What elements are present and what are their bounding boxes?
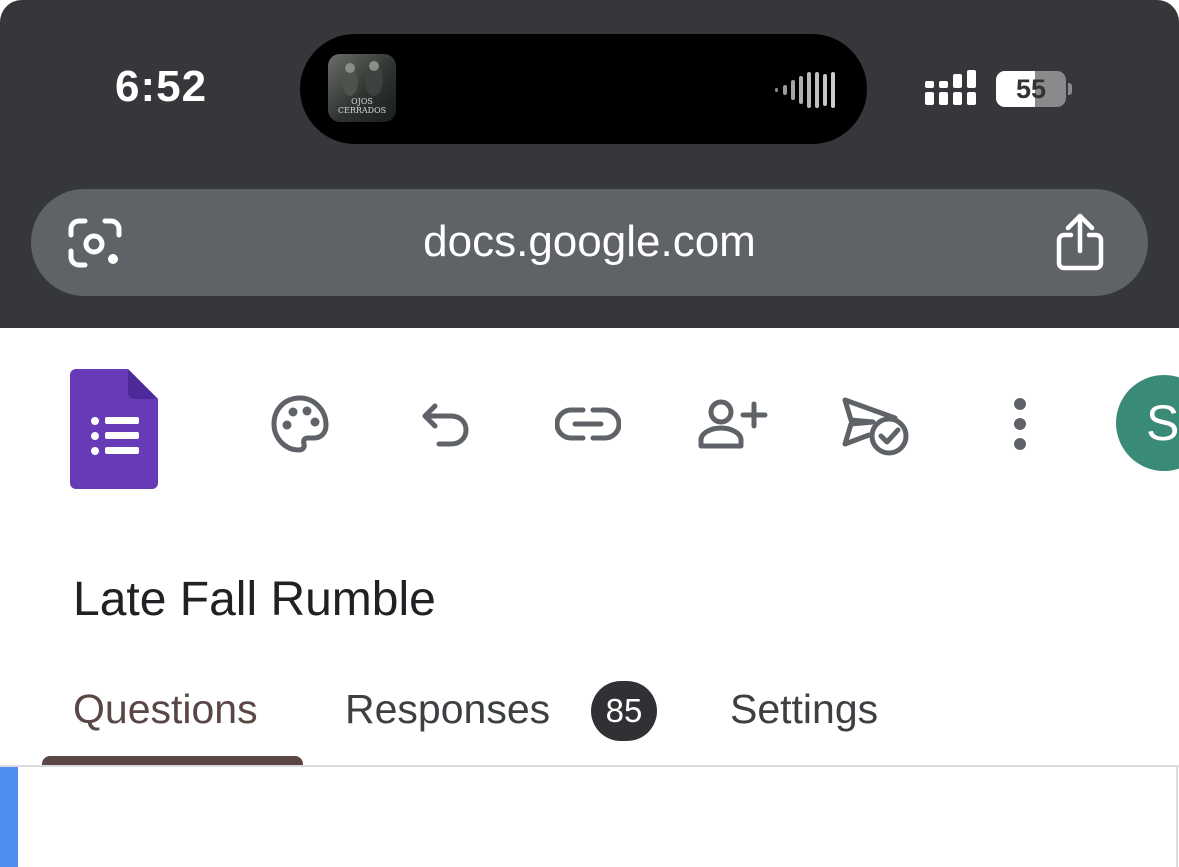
address-bar[interactable]: docs.google.com	[31, 189, 1148, 296]
cellular-signal-icon	[925, 70, 976, 105]
dynamic-island[interactable]: OJOS CERRADOS	[300, 34, 867, 144]
url-text[interactable]: docs.google.com	[31, 217, 1148, 267]
more-vert-icon	[1014, 398, 1026, 450]
battery-cap	[1068, 83, 1072, 95]
form-header-card[interactable]	[0, 767, 1178, 867]
undo-button[interactable]	[410, 388, 480, 460]
tab-settings[interactable]: Settings	[730, 686, 878, 733]
battery-indicator: 55	[996, 71, 1066, 107]
undo-icon	[422, 403, 469, 447]
google-forms-logo[interactable]	[70, 369, 158, 489]
battery-percent: 55	[1015, 74, 1047, 104]
copy-link-button[interactable]	[553, 388, 623, 460]
share-icon[interactable]	[1054, 211, 1106, 273]
card-focus-accent	[0, 767, 18, 867]
send-check-icon	[842, 397, 909, 456]
now-playing-artwork[interactable]: OJOS CERRADOS	[328, 54, 396, 122]
customize-theme-button[interactable]	[265, 388, 335, 460]
responses-count-badge[interactable]: 85	[591, 681, 657, 741]
tab-responses[interactable]: Responses	[345, 686, 550, 733]
account-avatar[interactable]: S	[1116, 375, 1179, 471]
status-time: 6:52	[115, 62, 208, 111]
tab-questions[interactable]: Questions	[73, 686, 258, 733]
more-options-button[interactable]	[985, 388, 1055, 460]
publish-button[interactable]	[838, 388, 914, 460]
add-collaborators-button[interactable]	[694, 388, 770, 460]
palette-icon	[271, 395, 329, 453]
ios-top-chrome: 6:52 OJOS CERRADOS 55 docs.google.com	[0, 0, 1179, 328]
add-collaborator-icon	[698, 399, 768, 449]
audio-waveform-icon	[775, 72, 835, 108]
link-icon	[555, 407, 621, 441]
form-title[interactable]: Late Fall Rumble	[73, 572, 436, 627]
artwork-title: OJOS CERRADOS	[337, 97, 387, 115]
avatar-letter: S	[1146, 395, 1179, 451]
